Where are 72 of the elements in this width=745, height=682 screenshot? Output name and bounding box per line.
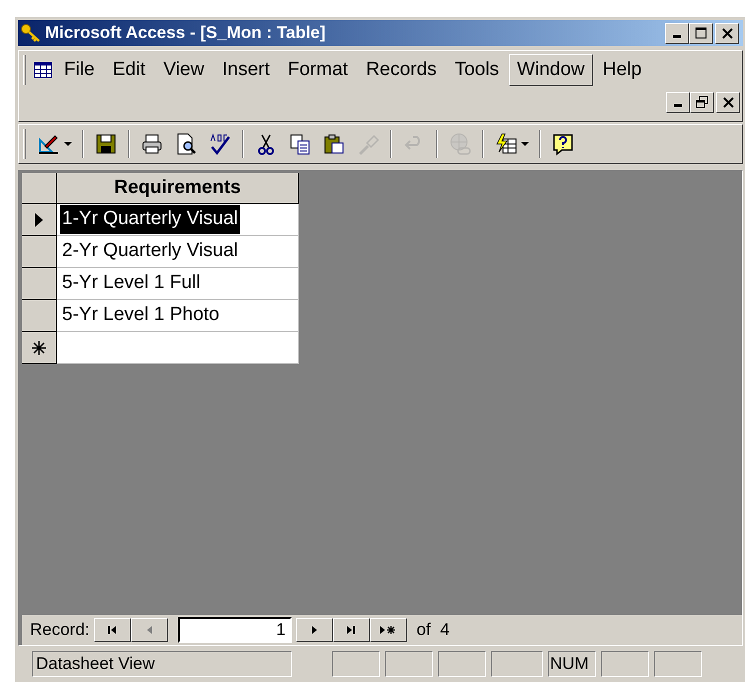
nav-button[interactable] <box>370 618 407 642</box>
record-selector[interactable] <box>22 332 57 364</box>
record-label: Record: <box>30 619 90 642</box>
record-number-field[interactable]: 1 <box>178 617 292 643</box>
spelling-check-icon <box>208 132 232 156</box>
status-indicator <box>438 651 486 677</box>
status-indicator: NUM <box>548 651 596 677</box>
dropdown-caret-icon <box>64 142 72 146</box>
menu-item[interactable]: Records <box>358 54 445 86</box>
window-title: Microsoft Access - [S_Mon : Table] <box>45 22 326 44</box>
menu-item[interactable]: Help <box>594 54 650 86</box>
menu-item[interactable]: Edit <box>104 54 154 86</box>
menu-item[interactable]: Tools <box>446 54 508 86</box>
new-record-icon <box>380 625 396 635</box>
minimize-icon <box>674 104 682 107</box>
nav-button[interactable] <box>94 618 131 642</box>
nav-button[interactable] <box>332 618 370 642</box>
close-icon <box>722 96 734 108</box>
record-selector[interactable] <box>22 268 57 300</box>
table-cell[interactable]: 1-Yr Quarterly Visual <box>57 204 299 236</box>
lightning-table-icon <box>494 132 518 156</box>
print-icon <box>140 132 164 156</box>
current-record-icon <box>34 212 44 228</box>
key-icon <box>20 23 42 43</box>
column-header[interactable]: Requirements <box>57 173 299 204</box>
record-selector[interactable] <box>22 236 57 268</box>
maximize-button[interactable] <box>689 22 713 44</box>
dropdown-caret-icon <box>521 142 529 146</box>
minimize-icon <box>673 35 681 38</box>
menu-item[interactable]: File <box>56 54 103 86</box>
table-cell[interactable]: 5-Yr Level 1 Photo <box>57 300 299 332</box>
menu-item[interactable]: Insert <box>214 54 278 86</box>
next-record-icon <box>309 625 320 635</box>
record-number: 1 <box>276 619 286 642</box>
status-indicator <box>332 651 380 677</box>
last-record-icon <box>346 625 356 635</box>
asterisk-icon <box>32 340 46 354</box>
corner-cell <box>22 173 57 204</box>
minimize-button[interactable] <box>665 22 689 44</box>
close-button[interactable] <box>715 22 739 44</box>
status-text: Datasheet View <box>32 651 292 677</box>
cell-text: 1-Yr Quarterly Visual <box>60 205 240 234</box>
nav-button[interactable] <box>296 618 333 642</box>
status-indicator <box>385 651 433 677</box>
restore-icon <box>696 96 708 108</box>
cell-text: 5-Yr Level 1 Photo <box>61 303 220 328</box>
status-indicator <box>654 651 702 677</box>
cell-text: 5-Yr Level 1 Full <box>61 271 202 296</box>
new-record-cell[interactable] <box>57 332 299 364</box>
status-indicator <box>491 651 543 677</box>
clipboard-icon <box>322 132 346 156</box>
close-button[interactable] <box>716 92 740 112</box>
copy-icon <box>288 132 312 156</box>
help-icon <box>551 132 575 156</box>
table-icon <box>34 62 52 78</box>
menu-item[interactable]: Format <box>280 54 356 86</box>
record-count: of 4 <box>416 619 450 642</box>
menu-item[interactable]: View <box>155 54 212 86</box>
globe-icon <box>448 132 472 156</box>
record-selector[interactable] <box>22 300 57 332</box>
menu-item[interactable]: Window <box>509 54 593 86</box>
maximize-icon <box>695 27 707 39</box>
first-record-icon <box>107 625 118 635</box>
cell-text: 2-Yr Quarterly Visual <box>61 239 239 264</box>
status-indicator <box>601 651 649 677</box>
save-icon <box>94 132 118 156</box>
table-cell[interactable]: 5-Yr Level 1 Full <box>57 268 299 300</box>
table-cell[interactable]: 2-Yr Quarterly Visual <box>57 236 299 268</box>
close-icon <box>722 28 732 38</box>
record-selector[interactable] <box>22 204 57 236</box>
minimize-button[interactable] <box>666 92 690 112</box>
restore-button[interactable] <box>690 92 714 112</box>
